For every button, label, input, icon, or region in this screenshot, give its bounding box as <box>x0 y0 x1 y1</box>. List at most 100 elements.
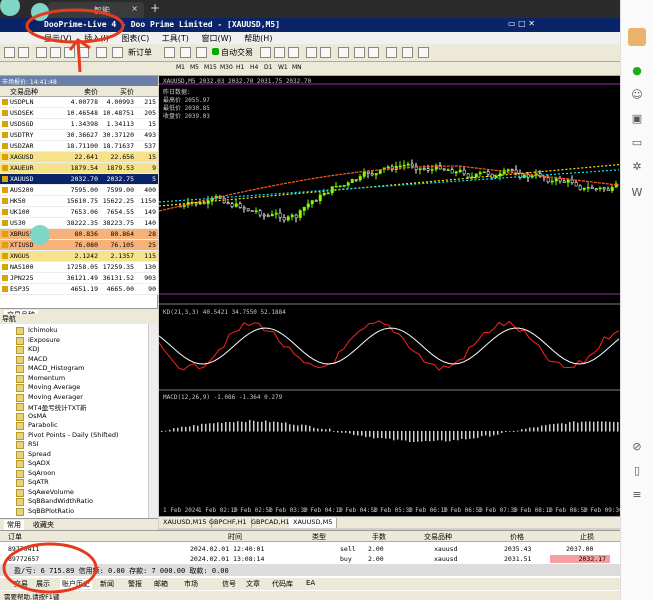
chart-tab[interactable]: GBPCAD,H1 <box>247 518 295 528</box>
terminal-icon[interactable] <box>78 47 89 58</box>
link-icon[interactable]: ⊘ <box>628 440 646 454</box>
history-icon[interactable] <box>164 47 175 58</box>
tab-trade[interactable]: 交易 <box>14 579 28 589</box>
new-order-button[interactable]: 新订单 <box>128 47 152 58</box>
settings-icon[interactable]: ✲ <box>628 160 646 174</box>
shift-icon[interactable] <box>368 47 379 58</box>
metaeditor-icon[interactable] <box>112 47 123 58</box>
tf-m1[interactable]: M1 <box>176 64 185 71</box>
menu-icon[interactable]: ≡ <box>628 488 646 502</box>
autoscroll-icon[interactable] <box>354 47 365 58</box>
market-watch-row[interactable]: USDSEK 10.46548 10.48751 205 <box>0 108 158 119</box>
tab-exposure[interactable]: 展示 <box>36 579 50 589</box>
tab-news[interactable]: 新闻 <box>100 579 114 589</box>
market-watch-row[interactable]: NAS100 17258.05 17259.35 130 <box>0 262 158 273</box>
data-window-icon[interactable] <box>50 47 61 58</box>
market-watch-row[interactable]: JPN225 36121.49 36131.52 903 <box>0 273 158 284</box>
tab-common[interactable]: 常用 <box>4 520 24 530</box>
tf-mn[interactable]: MN <box>292 64 302 71</box>
tab-code-base[interactable]: 代码库 <box>272 579 293 589</box>
tile-icon[interactable] <box>338 47 349 58</box>
profiles-icon[interactable] <box>18 47 29 58</box>
chart-tab[interactable]: GBPCHF,H1 <box>205 518 252 528</box>
menu-help[interactable]: 帮助(H) <box>244 34 272 43</box>
menu-tools[interactable]: 工具(T) <box>162 34 189 43</box>
market-watch-row[interactable]: XTIUSD 76.080 76.105 25 <box>0 240 158 251</box>
tester-icon[interactable] <box>96 47 107 58</box>
tf-m5[interactable]: M5 <box>190 64 199 71</box>
market-watch-row[interactable]: AUS200 7595.00 7599.00 400 <box>0 185 158 196</box>
auto-trading-button[interactable]: 自动交易 <box>212 47 253 58</box>
tf-w1[interactable]: W1 <box>278 64 288 71</box>
line-chart-icon[interactable] <box>288 47 299 58</box>
market-watch-row[interactable]: ESP35 4651.19 4665.00 90 <box>0 284 158 295</box>
candle-chart-icon[interactable] <box>274 47 285 58</box>
menu-insert[interactable]: 插入(I) <box>84 34 109 43</box>
menu-charts[interactable]: 图表(C) <box>121 34 149 43</box>
tab-market[interactable]: 市场 <box>184 579 198 589</box>
navigator-icon[interactable] <box>64 47 75 58</box>
tab-account-history[interactable]: 账户历史 <box>60 579 92 589</box>
market-watch-icon[interactable] <box>36 47 47 58</box>
tf-m30[interactable]: M30 <box>220 64 233 71</box>
market-watch-row[interactable]: USDSGD 1.34398 1.34113 15 <box>0 119 158 130</box>
mobile-icon[interactable]: ▯ <box>628 464 646 478</box>
col-symbol[interactable]: 交易品种 <box>424 532 452 542</box>
navigator-item[interactable]: SqBBPlotRatio <box>16 507 74 518</box>
zoom-in-icon[interactable] <box>306 47 317 58</box>
cut-icon[interactable] <box>196 47 207 58</box>
folder-icon[interactable]: ▭ <box>628 136 646 150</box>
col-bid[interactable]: 卖价 <box>66 87 98 97</box>
tab-favorites[interactable]: 收藏夹 <box>30 520 57 530</box>
col-symbol[interactable]: 交易品种 <box>10 87 38 97</box>
tab-ea[interactable]: EA <box>306 579 315 587</box>
col-time[interactable]: 时间 <box>228 532 242 542</box>
navigator-item[interactable]: Pivot Points - Daily (Shifted) <box>16 431 119 442</box>
menu-window[interactable]: 窗口(W) <box>201 34 231 43</box>
browser-tab[interactable]: 智能 × <box>48 2 144 18</box>
market-watch-row[interactable]: HK50 15610.75 15622.25 1150 <box>0 196 158 207</box>
indicators-icon[interactable] <box>386 47 397 58</box>
market-watch-row[interactable]: US30 38222.35 38223.75 140 <box>0 218 158 229</box>
tf-d1[interactable]: D1 <box>264 64 272 71</box>
avatar[interactable] <box>628 28 646 46</box>
col-type[interactable]: 类型 <box>312 532 326 542</box>
market-watch-row[interactable]: USDZAR 18.71100 18.71637 537 <box>0 141 158 152</box>
col-sl[interactable]: 止损 <box>580 532 594 542</box>
col-price[interactable]: 价格 <box>510 532 524 542</box>
chart-tab-active[interactable]: XAUUSD,M5 <box>289 518 338 528</box>
templates-icon[interactable] <box>418 47 429 58</box>
market-watch-row[interactable]: USDTRY 30.36627 30.37120 493 <box>0 130 158 141</box>
close-tab-icon[interactable]: × <box>131 4 138 13</box>
chart-tab[interactable]: XAUUSD,M15 <box>159 518 212 528</box>
new-chart-icon[interactable] <box>4 47 15 58</box>
price-chart[interactable]: XAUUSD,M5 2032.03 2032.70 2031.75 2032.7… <box>159 76 620 516</box>
contacts-icon[interactable]: ☺ <box>628 88 646 102</box>
chat-icon[interactable]: ● <box>628 64 646 78</box>
col-lots[interactable]: 手数 <box>372 532 386 542</box>
market-watch-row[interactable]: XAUUSD 2032.70 2032.75 5 <box>0 174 158 185</box>
tab-alerts[interactable]: 警报 <box>128 579 142 589</box>
period-icon[interactable] <box>402 47 413 58</box>
navigator-scrollbar[interactable] <box>148 324 158 518</box>
box-icon[interactable]: ▣ <box>628 112 646 126</box>
tf-m15[interactable]: M15 <box>204 64 217 71</box>
new-tab-icon[interactable]: + <box>150 1 160 15</box>
market-watch-row[interactable]: XAUEUR 1879.54 1879.53 9 <box>0 163 158 174</box>
menu-view[interactable]: 显示(V) <box>44 34 72 43</box>
market-watch-row[interactable]: XNGUS 2.1242 2.1357 115 <box>0 251 158 262</box>
market-watch-row[interactable]: UK100 7653.06 7654.55 149 <box>0 207 158 218</box>
tab-mailbox[interactable]: 邮箱 <box>154 579 168 589</box>
market-watch-row[interactable]: USDPLN 4.00778 4.00993 215 <box>0 97 158 108</box>
bar-chart-icon[interactable] <box>260 47 271 58</box>
w-icon[interactable]: W <box>628 186 646 200</box>
tab-articles[interactable]: 文章 <box>246 579 260 589</box>
options-icon[interactable] <box>180 47 191 58</box>
market-watch-row[interactable]: XAGUSD 22.641 22.656 15 <box>0 152 158 163</box>
col-order[interactable]: 订单 <box>8 532 22 542</box>
col-ask[interactable]: 买价 <box>100 87 134 97</box>
window-controls[interactable]: ▭ □ ✕ <box>508 19 548 31</box>
market-watch-row[interactable]: XBRUSD 80.836 80.864 28 <box>0 229 158 240</box>
zoom-out-icon[interactable] <box>320 47 331 58</box>
tab-signals[interactable]: 信号 <box>222 579 236 589</box>
